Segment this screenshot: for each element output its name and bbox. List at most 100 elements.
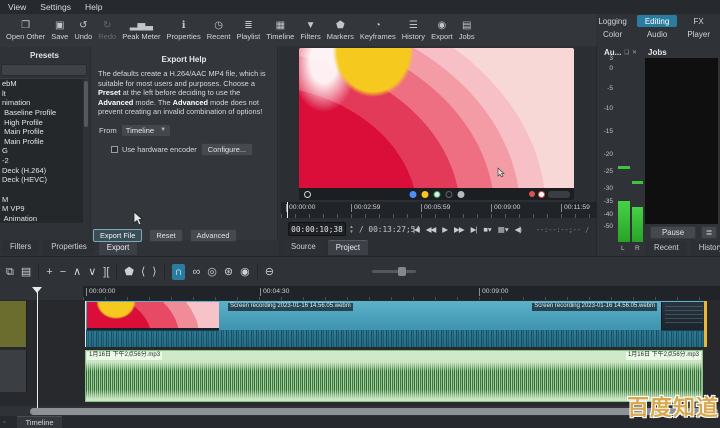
transport-button-skip-to-start[interactable]: |◀ [413, 225, 419, 234]
timeline-tool-append[interactable]: + [46, 265, 52, 279]
timeline-tool[interactable] [164, 264, 165, 279]
preset-item[interactable]: lt [0, 89, 88, 99]
toolbar-button-open-other[interactable]: ❐ Open Other [3, 19, 48, 42]
jobs-list[interactable] [645, 58, 718, 224]
audio-track-header[interactable] [0, 350, 27, 392]
toolbar-button-properties[interactable]: ℹ Properties [164, 19, 204, 42]
zoom-slider-thumb[interactable] [398, 267, 406, 276]
float-panel-icon[interactable]: ❏ [624, 49, 629, 56]
menu-item[interactable]: Help [85, 2, 102, 12]
transport-button-skip-to-end[interactable]: ▶| [471, 225, 477, 234]
transport-button-play[interactable]: ▶ [442, 225, 447, 234]
preset-item[interactable]: Animation [0, 214, 88, 223]
from-dropdown[interactable]: Timeline▼ [121, 124, 171, 137]
preset-item[interactable]: Main Profile [0, 127, 88, 137]
layout-button[interactable]: Audio [637, 28, 677, 40]
transport-button-volume[interactable]: ◀) [515, 225, 521, 234]
timeline-ruler[interactable]: 00:00:00 00:04:30 00:09:00 [83, 286, 720, 300]
pause-button[interactable]: Pause [650, 226, 696, 239]
layout-button[interactable]: FX [679, 15, 718, 27]
timeline-tool-snap[interactable]: ∩ [172, 264, 186, 280]
preset-item[interactable]: Baseline Profile [0, 108, 88, 118]
timeline-tool-overwrite[interactable]: ∨ [88, 265, 96, 279]
preset-item[interactable]: Main Profile [0, 137, 88, 147]
timeline-tool-ripple-all-tracks[interactable]: ⊛ [224, 265, 233, 279]
timeline-tool-zoom-out[interactable]: ⊖ [265, 265, 274, 279]
timeline-tool-prev-marker[interactable]: ⟨ [141, 265, 145, 279]
preset-item[interactable]: Deck (HEVC) [0, 175, 88, 185]
transport-button-rewind[interactable]: ◀◀ [426, 225, 436, 234]
timeline-tool[interactable] [257, 264, 258, 279]
layout-button[interactable]: Logging [590, 15, 634, 27]
timeline-playhead[interactable] [37, 287, 38, 408]
preset-item[interactable] [0, 185, 88, 195]
toolbar-button-recent[interactable]: ◷ Recent [204, 19, 234, 42]
transport-button-grid-display[interactable]: ▦ ▾ [498, 225, 508, 234]
toolbar-button-timeline[interactable]: ▦ Timeline [263, 19, 297, 42]
position-timecode-field[interactable]: 00:00:10;38 [288, 222, 346, 236]
reset-button[interactable]: Reset [149, 229, 182, 242]
preset-item[interactable]: M [0, 195, 88, 205]
clip-selection-edge[interactable] [704, 301, 707, 347]
dock-tab[interactable]: Properties [43, 240, 95, 255]
toolbar-button-redo[interactable]: ↻ Redo [95, 19, 119, 42]
menu-item[interactable]: Settings [40, 2, 71, 12]
layout-button[interactable]: Editing [637, 15, 677, 27]
video-track-header[interactable] [0, 301, 27, 347]
timeline-tool-split[interactable]: ][ [103, 265, 109, 279]
advanced-button[interactable]: Advanced [190, 229, 237, 242]
timeline-horizontal-scrollbar[interactable] [30, 408, 718, 415]
toolbar-button-peak-meter[interactable]: ▂▅▃ Peak Meter [119, 19, 163, 42]
close-panel-icon[interactable]: ✕ [632, 49, 637, 56]
timeline-tool-lift[interactable]: ∧ [73, 265, 81, 279]
toolbar-button-playlist[interactable]: ≣ Playlist [234, 19, 264, 42]
video-clip[interactable]: Screen recording 2023-01-16 14.56.05.web… [85, 301, 707, 347]
right-dock-tab[interactable]: History [691, 241, 720, 256]
preset-item[interactable]: M VP9 [0, 204, 88, 214]
timecode-spinner[interactable]: ▲▼ [348, 222, 355, 236]
player-tab[interactable]: Source [283, 240, 324, 255]
transport-button-stop[interactable]: ■ ▾ [483, 225, 490, 234]
dock-tab[interactable]: Filters [2, 240, 39, 255]
layout-button[interactable]: Color [590, 28, 634, 40]
timeline-tool-scrub[interactable]: ∞ [192, 265, 200, 279]
toolbar-button-history[interactable]: ☰ History [399, 19, 428, 42]
export-file-button[interactable]: Export File [93, 229, 142, 242]
audio-clip[interactable]: 1月16日 下午2点56分.mp3 1月16日 下午2点56分.mp3 [85, 350, 703, 402]
preset-item[interactable]: High Profile [0, 118, 88, 128]
hardware-encoder-checkbox[interactable] [111, 146, 118, 153]
timeline-tool-paste[interactable]: ▤ [21, 265, 31, 279]
toolbar-button-keyframes[interactable]: ◔ Keyframes [357, 19, 399, 42]
configure-button[interactable]: Configure... [201, 143, 253, 156]
timeline-tool-marker[interactable]: ⬟ [124, 265, 134, 279]
jobs-menu-button[interactable]: ≣ [701, 226, 717, 239]
layout-button[interactable]: Player [679, 28, 718, 40]
timeline-tool-ripple[interactable]: ◎ [207, 265, 217, 279]
right-dock-tab[interactable]: Recent [646, 241, 687, 256]
preset-item[interactable]: -2 [0, 156, 88, 166]
toolbar-button-export[interactable]: ◉ Export [428, 19, 456, 42]
preset-list-scrollbar-thumb[interactable] [84, 81, 88, 127]
preset-item[interactable]: nimation [0, 98, 88, 108]
preset-item[interactable]: ebM [0, 79, 88, 89]
preset-item[interactable]: G [0, 146, 88, 156]
timeline-tool-ripple-delete[interactable]: − [60, 265, 66, 279]
player-tab[interactable]: Project [328, 240, 368, 255]
timeline-tool[interactable] [38, 264, 39, 279]
timeline-tool-copy[interactable]: ⧉ [6, 265, 14, 279]
toolbar-button-undo[interactable]: ↺ Undo [71, 19, 95, 42]
transport-button-fast-forward[interactable]: ▶▶ [454, 225, 464, 234]
timeline-tool[interactable] [116, 264, 117, 279]
toolbar-button-jobs[interactable]: ▤ Jobs [456, 19, 478, 42]
preset-search-input[interactable] [1, 64, 87, 76]
timeline-tool-next-marker[interactable]: ⟩ [152, 265, 156, 279]
toolbar-button-filters[interactable]: ▼ Filters [297, 19, 323, 42]
player-playhead[interactable] [287, 202, 288, 218]
player-time-ruler[interactable]: 00:00:00 00:02:59 00:05:59 00:09:00 00:1… [281, 202, 597, 218]
timeline-tool-ripple-markers[interactable]: ◉ [240, 265, 250, 279]
timeline-zoom-slider[interactable] [372, 270, 416, 273]
toolbar-button-save[interactable]: ▣ Save [48, 19, 71, 42]
dock-tab[interactable]: Export [99, 240, 138, 255]
preset-item[interactable]: Deck (H.264) [0, 166, 88, 176]
menu-item[interactable]: View [8, 2, 26, 12]
